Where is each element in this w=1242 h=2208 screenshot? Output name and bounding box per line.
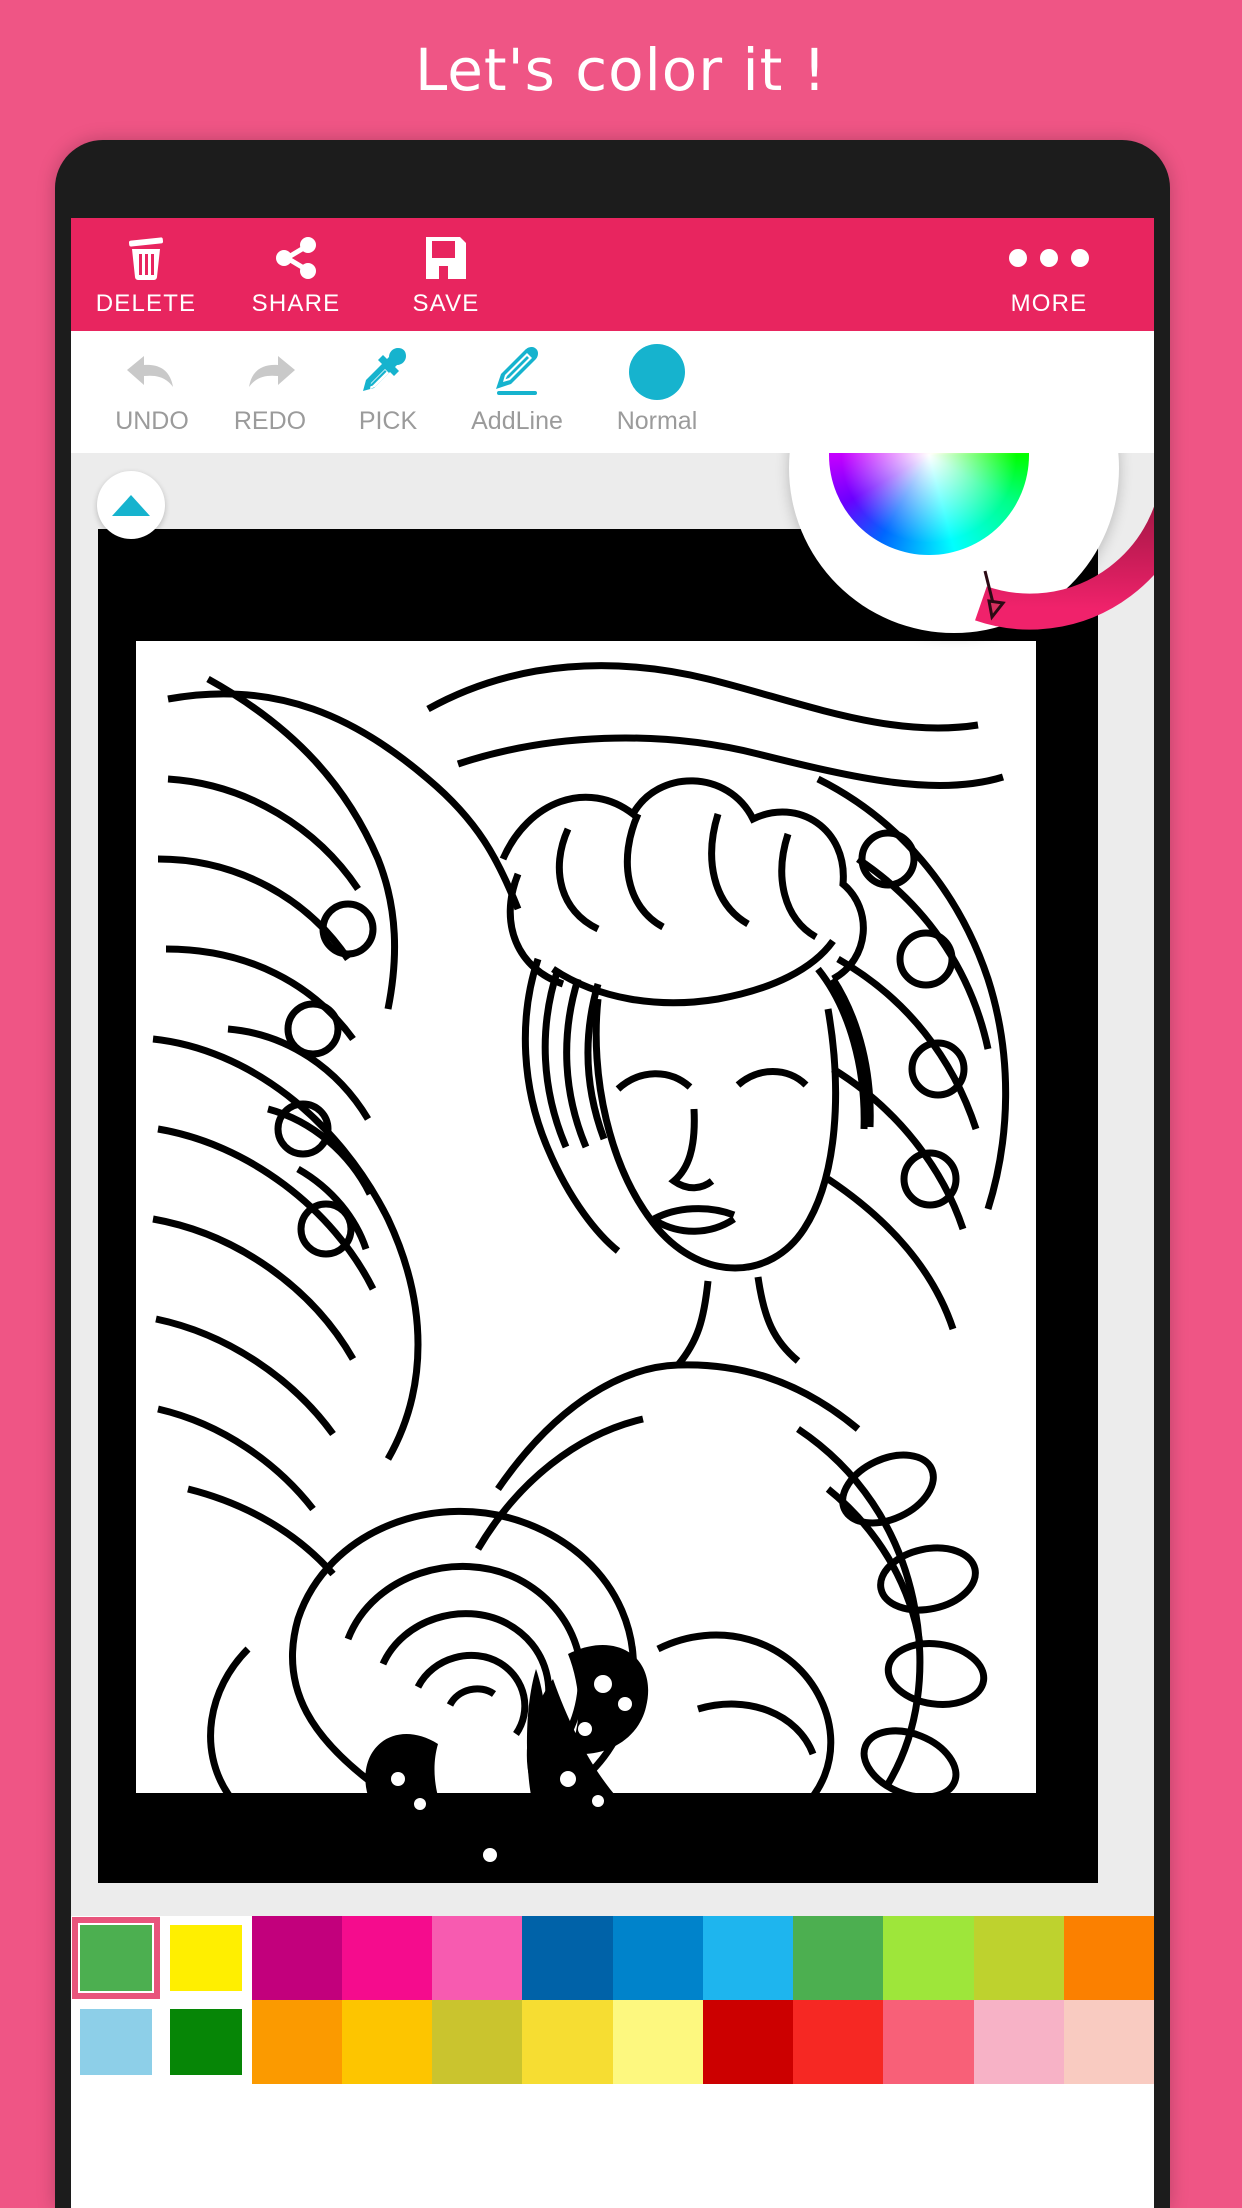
- palette-swatch[interactable]: [883, 2000, 974, 2084]
- palette-row-1: [71, 1916, 1154, 2000]
- undo-arrow-icon: [122, 341, 182, 403]
- palette-swatch-chip: [72, 1917, 161, 1999]
- share-label: SHARE: [251, 289, 341, 317]
- palette-swatch[interactable]: [341, 1916, 432, 2000]
- brush-mode-circle-icon: [627, 341, 687, 403]
- coloring-artwork[interactable]: [98, 529, 1098, 1883]
- share-button[interactable]: SHARE: [221, 218, 371, 331]
- palette-swatch[interactable]: [71, 2000, 162, 2084]
- palette-swatch[interactable]: [612, 2000, 703, 2084]
- palette-swatch[interactable]: [702, 2000, 793, 2084]
- more-dots-icon: [1009, 232, 1089, 284]
- undo-label: UNDO: [115, 407, 189, 435]
- more-button[interactable]: MORE: [944, 218, 1154, 331]
- trash-icon: [120, 232, 172, 284]
- palette-swatch[interactable]: [432, 1916, 523, 2000]
- blend-mode-label: Normal: [616, 407, 698, 435]
- editing-toolbar: UNDO REDO PICK AddLine Normal: [71, 331, 1154, 453]
- palette-swatch-chip: [170, 2009, 243, 2075]
- palette-swatch[interactable]: [432, 2000, 523, 2084]
- add-line-label: AddLine: [471, 407, 563, 435]
- palette-swatch[interactable]: [793, 2000, 884, 2084]
- app-action-bar: DELETE SHARE SAVE MORE: [71, 218, 1154, 331]
- add-line-button[interactable]: AddLine: [447, 331, 587, 436]
- undo-button[interactable]: UNDO: [93, 331, 211, 436]
- palette-swatch[interactable]: [612, 1916, 703, 2000]
- redo-arrow-icon: [240, 341, 300, 403]
- appbar-spacer: [521, 218, 944, 331]
- save-button[interactable]: SAVE: [371, 218, 521, 331]
- color-wheel-disc[interactable]: [829, 453, 1029, 555]
- share-icon: [270, 232, 322, 284]
- collapse-toolbar-button[interactable]: [97, 471, 165, 539]
- canvas-area[interactable]: [71, 453, 1154, 1916]
- chevron-up-icon: [112, 494, 150, 516]
- more-label: MORE: [1010, 289, 1088, 317]
- palette-swatch[interactable]: [1063, 1916, 1154, 2000]
- blend-mode-button[interactable]: Normal: [587, 331, 727, 436]
- redo-label: REDO: [233, 407, 307, 435]
- palette-swatch[interactable]: [793, 1916, 884, 2000]
- delete-button[interactable]: DELETE: [71, 218, 221, 331]
- pick-label: PICK: [358, 407, 418, 435]
- page-title: Let's color it !: [414, 36, 828, 104]
- phone-screen: DELETE SHARE SAVE MORE UNDO REDO PICK Ad…: [71, 218, 1154, 2208]
- eyedropper-icon: [358, 341, 418, 403]
- save-icon: [420, 232, 472, 284]
- palette-swatch[interactable]: [973, 1916, 1064, 2000]
- palette-swatch-chip: [170, 1925, 243, 1991]
- redo-button[interactable]: REDO: [211, 331, 329, 436]
- pencil-icon: [487, 341, 547, 403]
- palette-swatch-chip: [80, 2009, 153, 2075]
- palette-swatch[interactable]: [702, 1916, 793, 2000]
- palette-swatch[interactable]: [973, 2000, 1064, 2084]
- palette-swatch[interactable]: [251, 2000, 342, 2084]
- palette-swatch[interactable]: [251, 1916, 342, 2000]
- palette-swatch[interactable]: [161, 1916, 252, 2000]
- palette-swatch[interactable]: [161, 2000, 252, 2084]
- palette-row-2: [71, 2000, 1154, 2084]
- artwork-linework: [98, 529, 1098, 1883]
- palette-swatch[interactable]: [341, 2000, 432, 2084]
- palette-swatch[interactable]: [522, 1916, 613, 2000]
- color-palette: [71, 1916, 1154, 2084]
- palette-swatch[interactable]: [522, 2000, 613, 2084]
- phone-device-frame: DELETE SHARE SAVE MORE UNDO REDO PICK Ad…: [55, 140, 1170, 2208]
- palette-swatch[interactable]: [71, 1916, 162, 2000]
- palette-swatch[interactable]: [883, 1916, 974, 2000]
- save-label: SAVE: [412, 289, 480, 317]
- delete-label: DELETE: [95, 289, 197, 317]
- pick-color-button[interactable]: PICK: [329, 331, 447, 436]
- palette-swatch[interactable]: [1063, 2000, 1154, 2084]
